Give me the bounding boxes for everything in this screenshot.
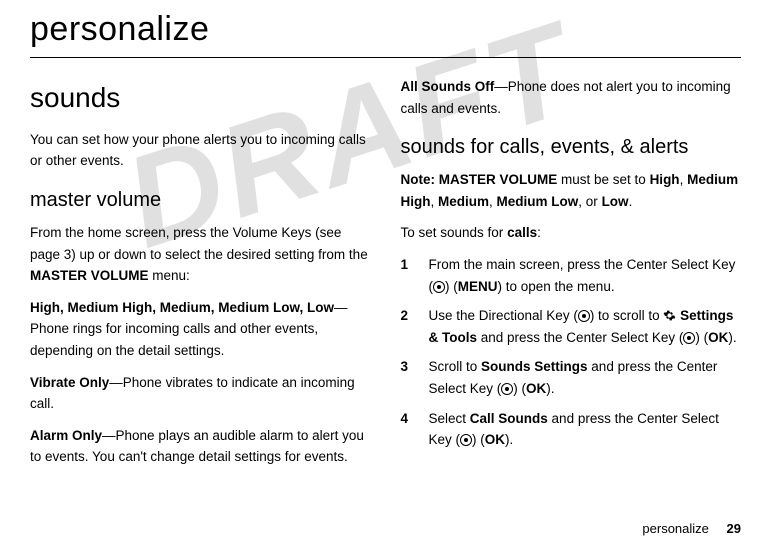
opt-medium-low: Medium Low	[497, 194, 579, 209]
step-text: Select Call Sounds and press the Center …	[429, 408, 742, 451]
page-content: personalize sounds You can set how your …	[30, 10, 741, 478]
opt-low: Low	[602, 194, 629, 209]
text: ) (	[695, 330, 708, 345]
center-select-key-icon	[460, 434, 472, 446]
step-text: Use the Directional Key () to scroll to …	[429, 305, 742, 348]
label-ok: OK	[485, 432, 505, 447]
label-alarm-only: Alarm Only	[30, 428, 102, 443]
directional-key-icon	[578, 310, 590, 322]
label-sounds-settings: Sounds Settings	[481, 359, 588, 374]
steps-list: 1 From the main screen, press the Center…	[401, 254, 742, 451]
text: , or	[578, 194, 601, 209]
volume-levels: High, Medium High, Medium, Medium Low, L…	[30, 300, 334, 315]
page-footer: personalize 29	[642, 521, 741, 536]
step-text: Scroll to Sounds Settings and press the …	[429, 356, 742, 399]
text: .	[629, 194, 633, 209]
text: ).	[728, 330, 736, 345]
text: must be set to	[557, 172, 649, 187]
text: From the home screen, press the Volume K…	[30, 225, 368, 262]
text: ) (	[513, 381, 526, 396]
step-number: 1	[401, 254, 415, 297]
step-3: 3 Scroll to Sounds Settings and press th…	[401, 356, 742, 399]
text: and press the Center Select Key (	[477, 330, 683, 345]
section-sounds: sounds	[30, 76, 371, 121]
label-vibrate-only: Vibrate Only	[30, 375, 109, 390]
volume-levels-line: High, Medium High, Medium, Medium Low, L…	[30, 297, 371, 362]
step-number: 3	[401, 356, 415, 399]
left-column: sounds You can set how your phone alerts…	[30, 76, 371, 478]
text: ).	[546, 381, 554, 396]
label-ok: OK	[526, 381, 546, 396]
vibrate-only-line: Vibrate Only—Phone vibrates to indicate …	[30, 372, 371, 415]
master-volume-desc: From the home screen, press the Volume K…	[30, 222, 371, 287]
text: Use the Directional Key (	[429, 308, 578, 323]
chapter-title: personalize	[30, 10, 741, 49]
opt-medium: Medium	[438, 194, 489, 209]
note-line: Note: MASTER VOLUME must be set to High,…	[401, 169, 742, 212]
label-all-sounds-off: All Sounds Off	[401, 79, 495, 94]
text: ).	[505, 432, 513, 447]
opt-high: High	[650, 172, 680, 187]
page-number: 29	[727, 521, 741, 536]
gear-icon	[663, 307, 676, 320]
text: ) to open the menu.	[498, 279, 615, 294]
calls-bold: calls	[507, 225, 537, 240]
footer-section-name: personalize	[642, 521, 709, 536]
step-1: 1 From the main screen, press the Center…	[401, 254, 742, 297]
label-call-sounds: Call Sounds	[470, 411, 548, 426]
text: To set sounds for	[401, 225, 508, 240]
subsection-sounds-calls-events: sounds for calls, events, & alerts	[401, 131, 742, 163]
center-select-key-icon	[433, 281, 445, 293]
text: Select	[429, 411, 470, 426]
label-menu: MENU	[458, 279, 498, 294]
text: ) (	[472, 432, 485, 447]
note-master-volume: MASTER VOLUME	[439, 172, 558, 187]
subsection-master-volume: master volume	[30, 184, 371, 216]
step-number: 2	[401, 305, 415, 348]
text: :	[537, 225, 541, 240]
step-text: From the main screen, press the Center S…	[429, 254, 742, 297]
horizontal-rule	[30, 57, 741, 58]
text: menu:	[149, 268, 190, 283]
center-select-key-icon	[501, 383, 513, 395]
step-4: 4 Select Call Sounds and press the Cente…	[401, 408, 742, 451]
two-column-layout: sounds You can set how your phone alerts…	[30, 76, 741, 478]
sounds-intro: You can set how your phone alerts you to…	[30, 129, 371, 172]
center-select-key-icon	[683, 332, 695, 344]
note-label: Note:	[401, 172, 439, 187]
to-set-sounds-line: To set sounds for calls:	[401, 222, 742, 244]
step-number: 4	[401, 408, 415, 451]
text: Scroll to	[429, 359, 482, 374]
label-ok: OK	[708, 330, 728, 345]
text: ) to scroll to	[590, 308, 664, 323]
all-sounds-off-line: All Sounds Off—Phone does not alert you …	[401, 76, 742, 119]
alarm-only-line: Alarm Only—Phone plays an audible alarm …	[30, 425, 371, 468]
step-2: 2 Use the Directional Key ( ) to scroll t…	[401, 305, 742, 348]
text: ) (	[445, 279, 458, 294]
label-master-volume: MASTER VOLUME	[30, 268, 149, 283]
right-column: All Sounds Off—Phone does not alert you …	[401, 76, 742, 478]
